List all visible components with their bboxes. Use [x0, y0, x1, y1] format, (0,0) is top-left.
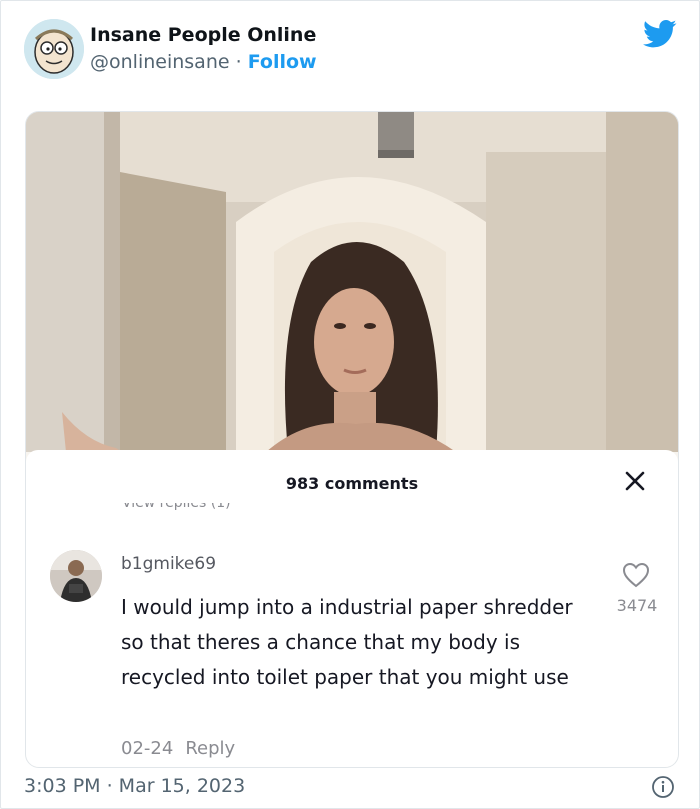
view-replies-label: View replies (1) — [122, 503, 231, 511]
tweet-media[interactable]: 983 comments View replies (1) b1gmike69 … — [25, 111, 679, 768]
comment-username[interactable]: b1gmike69 — [121, 554, 216, 574]
commenter-avatar[interactable] — [50, 550, 102, 602]
author-name[interactable]: Insane People Online — [90, 24, 316, 46]
view-replies-link[interactable]: View replies (1) — [122, 503, 231, 517]
comment-text: I would jump into a industrial paper shr… — [121, 595, 573, 689]
close-icon[interactable] — [620, 466, 650, 496]
author-avatar[interactable] — [24, 19, 84, 79]
author-handle[interactable]: @onlineinsane — [90, 51, 230, 73]
author-handle-row: @onlineinsane · Follow — [90, 51, 317, 73]
reply-button[interactable]: Reply — [185, 738, 235, 759]
twitter-bird-icon[interactable] — [643, 19, 677, 49]
like-count: 3474 — [616, 596, 658, 615]
video-frame-image — [26, 112, 678, 452]
follow-button[interactable]: Follow — [248, 51, 317, 73]
separator-dot: · — [229, 51, 248, 73]
comments-count: 983 comments — [285, 474, 419, 493]
tweet-timestamp[interactable]: 3:03 PM · Mar 15, 2023 — [24, 775, 245, 797]
info-icon[interactable] — [651, 775, 675, 799]
comments-panel: 983 comments View replies (1) b1gmike69 … — [26, 450, 678, 767]
commenter-photo — [50, 550, 102, 602]
comment-meta: 02-24 Reply — [121, 738, 235, 759]
tweet-card: Insane People Online @onlineinsane · Fol… — [0, 0, 700, 809]
comment-date: 02-24 — [121, 738, 174, 759]
heart-icon[interactable] — [622, 562, 650, 588]
cartoon-avatar-image — [24, 19, 84, 79]
